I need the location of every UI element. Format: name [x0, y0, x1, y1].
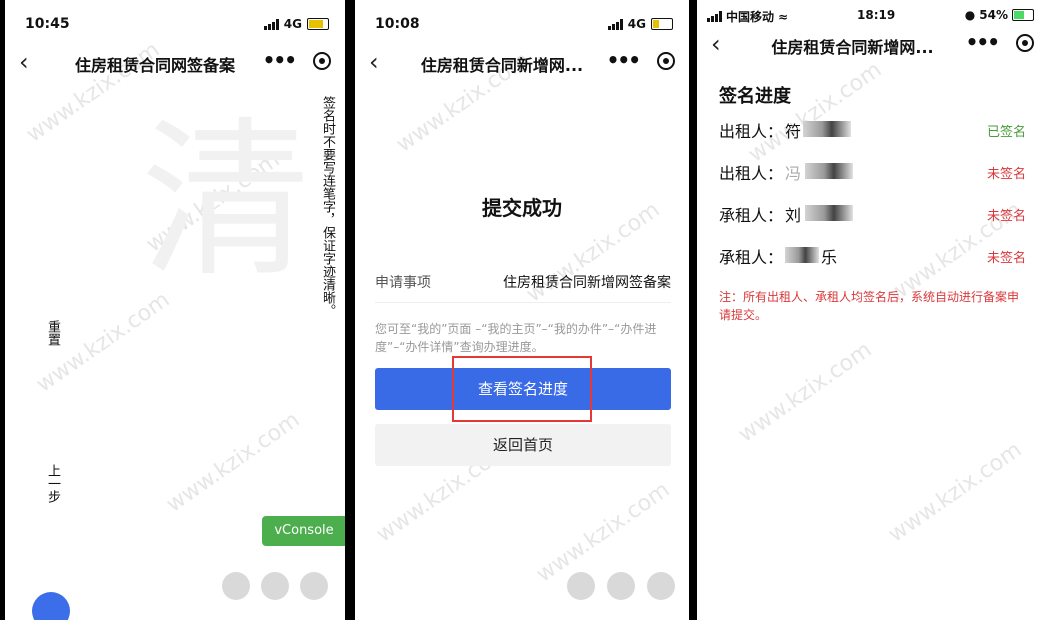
- clock: 10:08: [375, 16, 420, 32]
- application-item-label: 申请事项: [375, 275, 431, 291]
- signer-role: 承租人：: [719, 206, 784, 225]
- nav-bar: ‹ 住房租赁合同新增网... •••: [697, 26, 1048, 62]
- status-bar: 10:08 4G: [355, 0, 689, 44]
- battery-percent: 54%: [979, 8, 1008, 22]
- page-title: 住房租赁合同网签备案: [74, 56, 235, 75]
- signer-name: 冯: [785, 164, 802, 183]
- more-dots-icon[interactable]: •••: [966, 30, 1000, 54]
- vconsole-button[interactable]: vConsole: [262, 516, 345, 546]
- target-circle-icon[interactable]: [1016, 34, 1034, 52]
- carrier-name: 中国移动: [726, 10, 775, 24]
- signer-row: 出租人： 冯 未签名: [719, 160, 1026, 184]
- signal-icon: [607, 18, 623, 30]
- reset-button[interactable]: 重置: [43, 320, 62, 346]
- signer-name: 刘: [785, 206, 802, 225]
- signal-icon: [707, 11, 722, 22]
- back-chevron-icon[interactable]: ‹: [369, 48, 379, 76]
- signer-row: 承租人： 刘 未签名: [719, 202, 1026, 226]
- floating-action-button[interactable]: [32, 592, 70, 620]
- signal-icon: [263, 18, 279, 30]
- application-item-value: 住房租赁合同新增网签备案: [503, 275, 671, 291]
- nav-bar: ‹ 住房租赁合同新增网... •••: [355, 44, 689, 80]
- battery-icon: [307, 18, 329, 30]
- watermark: www.kzix.com: [161, 407, 305, 518]
- success-heading: 提交成功: [482, 196, 562, 220]
- previous-step-button[interactable]: 上一步: [43, 464, 62, 503]
- clock: 18:19: [857, 8, 896, 22]
- section-title: 签名进度: [719, 86, 791, 107]
- name-redaction: [805, 205, 853, 221]
- name-redaction: [803, 121, 851, 137]
- signature-guide-ghost: 清: [111, 110, 309, 280]
- signing-hint: 签名时不要写连笔字，保证字迹清晰。: [320, 96, 335, 317]
- watermark: www.kzix.com: [733, 337, 877, 448]
- auto-submit-note: 注：所有出租人、承租人均签名后，系统自动进行备案申请提交。: [719, 290, 1020, 322]
- wifi-icon: ≈: [778, 9, 789, 24]
- name-redaction: [785, 247, 819, 263]
- signer-row: 出租人： 符 已签名: [719, 118, 1026, 142]
- signer-row: 承租人： 乐 未签名: [719, 244, 1026, 268]
- name-redaction: [805, 163, 853, 179]
- status-bar: 10:45 4G: [5, 0, 345, 44]
- signature-status: 未签名: [986, 251, 1026, 266]
- signature-status: 未签名: [986, 167, 1026, 182]
- signer-role: 出租人：: [719, 122, 784, 141]
- back-home-button[interactable]: 返回首页: [375, 424, 671, 466]
- highlight-box: [452, 356, 592, 422]
- battery-icon: [1012, 9, 1034, 21]
- grid-icon[interactable]: [607, 572, 635, 600]
- signature-progress-screen: www.kzix.com www.kzix.com www.kzix.com w…: [697, 0, 1048, 620]
- back-chevron-icon[interactable]: ‹: [19, 48, 29, 76]
- network-type: 4G: [627, 17, 646, 31]
- page-title: 住房租赁合同新增网...: [420, 56, 584, 75]
- signer-name: 乐: [821, 248, 838, 267]
- watermark: www.kzix.com: [883, 437, 1027, 548]
- signer-role: 出租人：: [719, 164, 784, 183]
- lock-icon: ●: [964, 8, 976, 22]
- target-circle-icon[interactable]: [313, 52, 331, 70]
- progress-hint: 您可至“我的”页面 –“我的主页”–“我的办件”–“办件进度”–“办件详情”查询…: [375, 322, 657, 354]
- divider: [375, 302, 671, 303]
- more-icon[interactable]: [300, 572, 328, 600]
- save-icon[interactable]: [567, 572, 595, 600]
- more-dots-icon[interactable]: •••: [607, 48, 641, 72]
- more-dots-icon[interactable]: •••: [263, 48, 297, 72]
- watermark: www.kzix.com: [531, 477, 675, 588]
- nav-bar: ‹ 住房租赁合同网签备案 •••: [5, 44, 345, 80]
- watermark: www.kzix.com: [743, 57, 887, 168]
- clock: 10:45: [25, 16, 70, 32]
- signer-role: 承租人：: [719, 248, 784, 267]
- target-circle-icon[interactable]: [657, 52, 675, 70]
- signer-name: 符: [785, 122, 802, 141]
- signature-status: 未签名: [986, 209, 1026, 224]
- signature-status: 已签名: [986, 125, 1026, 140]
- page-title: 住房租赁合同新增网...: [771, 38, 934, 57]
- save-icon[interactable]: [222, 572, 250, 600]
- submit-success-screen: www.kzix.com www.kzix.com www.kzix.com w…: [355, 0, 689, 620]
- battery-icon: [651, 18, 673, 30]
- signature-screen: www.kzix.com www.kzix.com www.kzix.com w…: [5, 0, 345, 620]
- network-type: 4G: [283, 17, 302, 31]
- back-chevron-icon[interactable]: ‹: [711, 30, 721, 58]
- grid-icon[interactable]: [261, 572, 289, 600]
- more-icon[interactable]: [647, 572, 675, 600]
